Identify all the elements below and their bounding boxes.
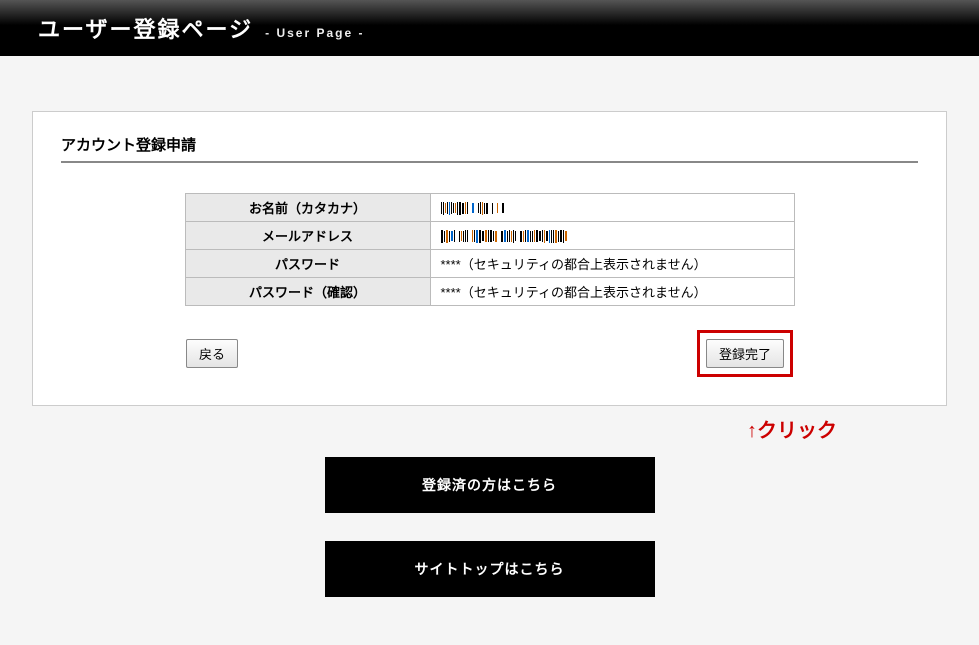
nav-buttons: 登録済の方はこちら サイトトップはこちら — [32, 457, 947, 597]
obscured-email-value — [441, 229, 568, 244]
label-name: お名前（カタカナ） — [185, 194, 430, 222]
label-password-confirm: パスワード（確認） — [185, 278, 430, 306]
table-row: メールアドレス — [185, 222, 794, 250]
site-top-button[interactable]: サイトトップはこちら — [325, 541, 655, 597]
click-annotation: ↑クリック — [32, 414, 947, 443]
submit-highlight: 登録完了 — [697, 330, 793, 377]
already-registered-button[interactable]: 登録済の方はこちら — [325, 457, 655, 513]
label-email: メールアドレス — [185, 222, 430, 250]
table-row: お名前（カタカナ） — [185, 194, 794, 222]
page-subtitle: - User Page - — [265, 26, 364, 40]
table-row: パスワード（確認） ****（セキュリティの都合上表示されません） — [185, 278, 794, 306]
back-button[interactable]: 戻る — [186, 339, 238, 368]
obscured-name-value — [441, 201, 505, 216]
value-email — [430, 222, 794, 250]
page-title: ユーザー登録ページ — [38, 12, 253, 44]
table-row: パスワード ****（セキュリティの都合上表示されません） — [185, 250, 794, 278]
value-name — [430, 194, 794, 222]
registration-card: アカウント登録申請 お名前（カタカナ） メールアドレス パスワード ****（セ… — [32, 111, 947, 406]
form-table: お名前（カタカナ） メールアドレス パスワード ****（セキュリティの都合上表… — [185, 193, 795, 306]
button-row: 戻る 登録完了 — [61, 330, 918, 377]
value-password: ****（セキュリティの都合上表示されません） — [430, 250, 794, 278]
value-password-confirm: ****（セキュリティの都合上表示されません） — [430, 278, 794, 306]
page-header: ユーザー登録ページ - User Page - — [0, 0, 979, 56]
page-body: アカウント登録申請 お名前（カタカナ） メールアドレス パスワード ****（セ… — [0, 56, 979, 645]
submit-button[interactable]: 登録完了 — [706, 339, 784, 368]
section-title: アカウント登録申請 — [61, 134, 918, 163]
label-password: パスワード — [185, 250, 430, 278]
